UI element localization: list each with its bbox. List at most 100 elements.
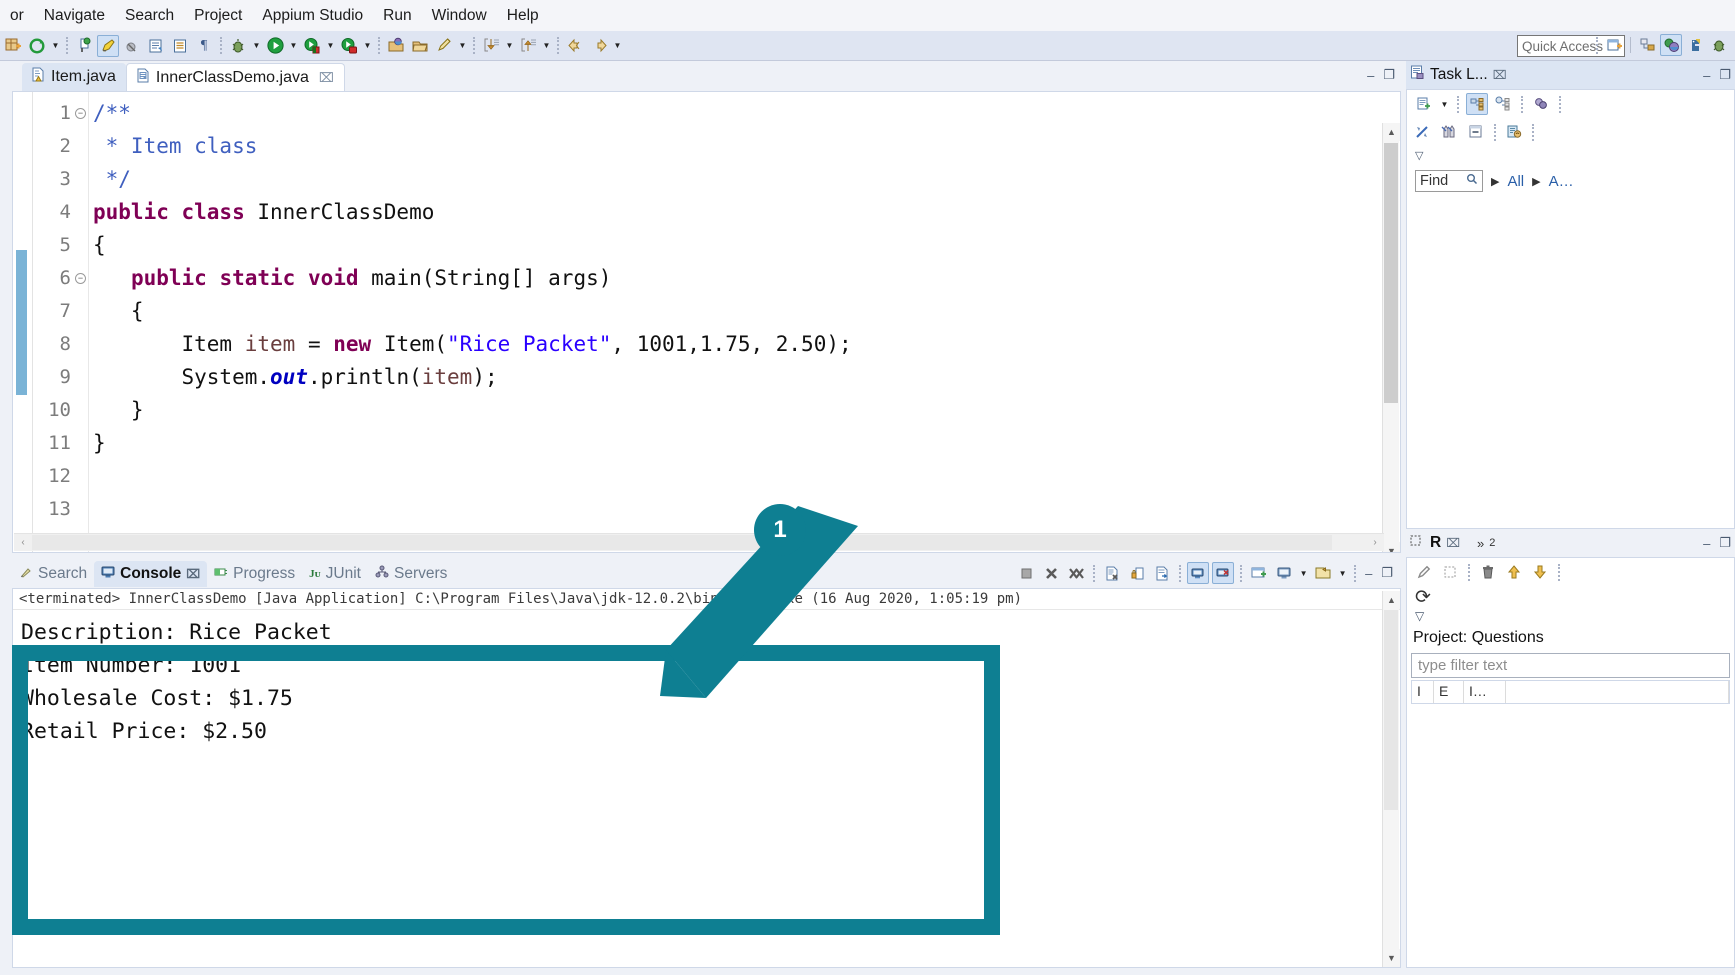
up-arrow-icon[interactable] [1503, 561, 1525, 583]
down-arrow-icon[interactable] [1529, 561, 1551, 583]
view-tab-console[interactable]: Console ⌧ [94, 561, 207, 587]
column-header-e[interactable]: E [1434, 681, 1464, 703]
menu-item-run[interactable]: Run [373, 4, 421, 28]
chevron-down-icon[interactable]: ▼ [540, 35, 553, 57]
menu-item-project[interactable]: Project [184, 4, 252, 28]
scroll-up-icon[interactable]: ▲ [1383, 123, 1400, 141]
code-line[interactable]: public static void main(String[] args) [93, 262, 1400, 295]
select-icon[interactable] [1439, 561, 1461, 583]
maximize-icon[interactable]: ❐ [1383, 67, 1395, 83]
save-all-icon[interactable] [26, 35, 48, 57]
editor-vertical-scrollbar[interactable]: ▲ ▼ [1382, 123, 1399, 553]
activate-arrow-icon[interactable]: ▶ [1532, 175, 1540, 188]
word-wrap-icon[interactable] [1151, 562, 1173, 584]
minimize-icon[interactable]: – [1703, 68, 1710, 83]
annotation-ruler[interactable] [13, 92, 33, 552]
pilcrow-icon[interactable]: ¶ [193, 35, 215, 57]
remove-x-icon[interactable] [1040, 562, 1062, 584]
outline-table[interactable]: I E I… [1411, 680, 1730, 704]
code-line[interactable]: */ [93, 163, 1400, 196]
chevron-down-icon[interactable]: ▼ [1336, 562, 1349, 584]
scroll-left-icon[interactable]: ‹ [14, 534, 32, 551]
code-line[interactable] [93, 460, 1400, 493]
code-line[interactable]: public class InnerClassDemo [93, 196, 1400, 229]
all-arrow-icon[interactable]: ▶ [1491, 175, 1499, 188]
close-icon[interactable]: ⌧ [319, 70, 334, 86]
close-icon[interactable]: ⌧ [186, 567, 200, 581]
menu-item-navigate[interactable]: Navigate [34, 4, 115, 28]
pin-icon[interactable] [1248, 562, 1270, 584]
breakpoint-skip-icon[interactable] [121, 35, 143, 57]
view-tab-junit[interactable]: Jᴜ JUnit [302, 561, 368, 587]
view-tab-search[interactable]: Search [12, 561, 94, 587]
view-menu-icon[interactable]: ▽ [1415, 609, 1726, 623]
filter-all-link[interactable]: All [1507, 173, 1524, 190]
chevron-down-icon[interactable]: ▼ [1297, 562, 1310, 584]
forward-arrow-icon[interactable] [588, 35, 610, 57]
back-arrow-icon[interactable] [564, 35, 586, 57]
open-type-icon[interactable] [73, 35, 95, 57]
code-line[interactable]: Item item = new Item("Rice Packet", 1001… [93, 328, 1400, 361]
view-tab-progress[interactable]: Progress [207, 561, 302, 587]
chevron-down-icon[interactable]: ▼ [287, 35, 300, 57]
code-line[interactable]: { [93, 295, 1400, 328]
chevron-down-icon[interactable]: ▼ [361, 35, 374, 57]
filter-input[interactable]: type filter text [1411, 653, 1730, 678]
bug-icon[interactable] [227, 35, 249, 57]
restore-icon[interactable] [1465, 121, 1487, 143]
show-console-icon[interactable] [1187, 562, 1209, 584]
scheduled-icon[interactable] [1492, 93, 1514, 115]
collapse-all-icon[interactable] [1439, 121, 1461, 143]
show-console-error-icon[interactable] [1212, 562, 1234, 584]
code-text-content[interactable]: /** * Item class */public class InnerCla… [89, 92, 1400, 552]
pencil-icon[interactable] [1413, 561, 1435, 583]
refresh-tasks-icon[interactable] [1503, 121, 1525, 143]
scroll-down-icon[interactable]: ▼ [1383, 542, 1400, 553]
outline-body[interactable]: ⟳ ▽ Project: Questions type filter text … [1406, 557, 1735, 968]
scrollbar-thumb[interactable] [1384, 143, 1398, 403]
highlighter-icon[interactable] [97, 35, 119, 57]
view-menu-icon[interactable]: ▽ [1415, 150, 1423, 162]
code-line[interactable]: { [93, 229, 1400, 262]
workweek-icon[interactable] [1530, 93, 1552, 115]
synchronize-icon[interactable] [1413, 121, 1435, 143]
minimize-icon[interactable]: – [1367, 68, 1374, 83]
editor-tab-innerclassdemo-java[interactable]: InnerClassDemo.java ⌧ [126, 63, 345, 91]
fold-collapse-icon[interactable]: − [75, 108, 86, 119]
task-list-body[interactable]: ▼ [1406, 89, 1735, 529]
scroll-up-icon[interactable]: ▲ [1383, 591, 1400, 609]
minimize-icon[interactable]: – [1703, 536, 1710, 551]
fold-collapse-icon[interactable]: − [75, 273, 86, 284]
overflow-tabs-label[interactable]: » [1477, 536, 1484, 551]
java-perspective-icon[interactable] [1660, 34, 1682, 56]
display-console-icon[interactable] [1273, 562, 1295, 584]
chevron-down-icon[interactable]: ▼ [250, 35, 263, 57]
categorized-icon[interactable] [1466, 93, 1488, 115]
code-line[interactable]: } [93, 394, 1400, 427]
lock-icon[interactable] [1126, 562, 1148, 584]
close-icon[interactable]: ⌧ [1446, 536, 1460, 550]
folder-icon[interactable] [409, 35, 431, 57]
editor-tab-item-java[interactable]: Item.java [22, 63, 126, 91]
chevron-down-icon[interactable]: ▼ [456, 35, 469, 57]
scroll-down-icon[interactable]: ▼ [1383, 949, 1400, 967]
console-vertical-scrollbar[interactable]: ▲ ▼ [1382, 591, 1399, 967]
external-tools-icon[interactable] [338, 35, 360, 57]
java-ee-perspective-icon[interactable] [1636, 34, 1658, 56]
maximize-icon[interactable]: ❐ [1719, 67, 1731, 83]
remove-all-xx-icon[interactable] [1065, 562, 1087, 584]
code-line[interactable]: * Item class [93, 130, 1400, 163]
scrollbar-thumb[interactable] [1384, 610, 1398, 810]
menu-item-window[interactable]: Window [422, 4, 497, 28]
scroll-right-icon[interactable]: › [1366, 534, 1384, 551]
minimize-icon[interactable]: – [1361, 566, 1376, 581]
chevron-down-icon[interactable]: ▼ [611, 35, 624, 57]
project-icon[interactable] [385, 35, 407, 57]
clear-console-icon[interactable] [1101, 562, 1123, 584]
stop-square-icon[interactable] [1015, 562, 1037, 584]
coverage-icon[interactable] [301, 35, 323, 57]
up-arrow-icon[interactable] [517, 35, 539, 57]
new-icon[interactable] [2, 35, 24, 57]
code-line[interactable]: } [93, 427, 1400, 460]
trash-icon[interactable] [1477, 561, 1499, 583]
